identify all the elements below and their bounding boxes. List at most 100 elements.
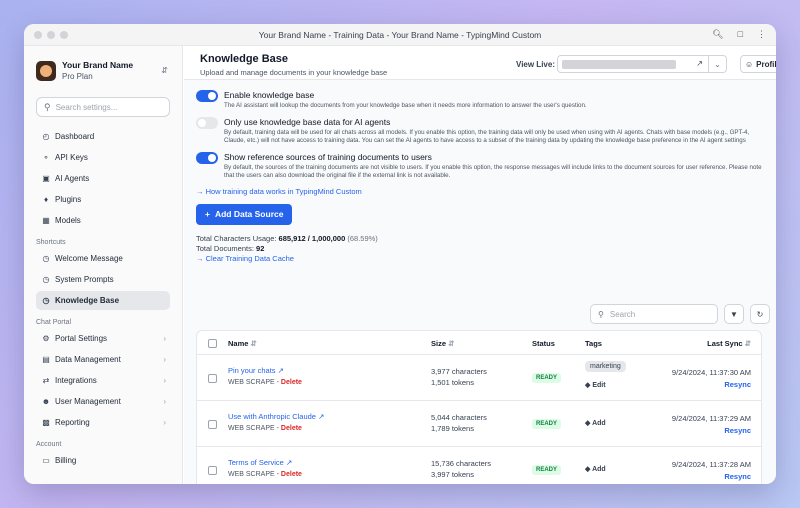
add-tag-button[interactable]: ◆ Add — [585, 419, 606, 427]
chevron-right-icon: › — [163, 355, 166, 364]
sidebar-item-system-prompts[interactable]: ◷ System Prompts — [36, 270, 170, 289]
resync-link[interactable]: Resync — [672, 471, 751, 483]
tag-icon: ◆ — [585, 420, 591, 427]
sidebar-item-portal-settings[interactable]: ⚙ Portal Settings › — [36, 329, 170, 348]
chevron-updown-icon: ⇵ — [161, 66, 168, 75]
close-window-button[interactable] — [34, 31, 42, 39]
add-data-source-button[interactable]: + Add Data Source — [196, 203, 293, 225]
row-checkbox[interactable] — [208, 466, 217, 475]
dashboard-icon: ◴ — [42, 132, 50, 141]
enable-kb-toggle[interactable] — [196, 90, 218, 102]
zoom-icon[interactable]: 🔍︎ — [712, 29, 723, 40]
agent-icon: ▣ — [42, 174, 50, 183]
document-link[interactable]: Pin your chats ↗ — [228, 366, 284, 375]
table-row: Terms of Service ↗ WEB SCRAPE - Delete 1… — [197, 447, 761, 484]
delete-link[interactable]: Delete — [281, 425, 302, 432]
view-live-label: View Live: — [516, 60, 555, 69]
sidebar-item-billing[interactable]: ▭ Billing — [36, 451, 170, 470]
settings-search-input[interactable]: ⚲ Search settings... — [36, 97, 170, 117]
brand-switcher[interactable]: Your Brand Name Pro Plan ⇵ — [24, 46, 182, 89]
section-label-account: Account — [36, 441, 62, 448]
row-checkbox[interactable] — [208, 420, 217, 429]
sidebar-item-ai-agents[interactable]: ▣ AI Agents — [36, 169, 170, 188]
header-last-sync-label: Last Sync — [707, 339, 743, 348]
chevron-right-icon: › — [163, 334, 166, 343]
sidebar-item-knowledge-base[interactable]: ◷ Knowledge Base — [36, 291, 170, 310]
sidebar-item-integrations[interactable]: ⇄ Integrations › — [36, 371, 170, 390]
sidebar-item-label: Welcome Message — [55, 254, 123, 263]
refresh-button[interactable]: ↻ — [750, 304, 770, 324]
profile-button[interactable]: ☺ Profile — [740, 55, 776, 73]
header-size[interactable]: Size ⇵ — [431, 339, 454, 348]
sidebar-item-dashboard[interactable]: ◴ Dashboard — [36, 127, 170, 146]
help-link[interactable]: → How training data works in TypingMind … — [196, 187, 764, 196]
status-badge: READY — [532, 465, 562, 475]
chevron-right-icon: › — [163, 376, 166, 385]
view-live-url-field[interactable]: ↗ — [557, 55, 709, 73]
sort-icon: ⇵ — [448, 339, 455, 348]
plus-icon: + — [205, 209, 210, 219]
document-meta: WEB SCRAPE - Delete — [228, 425, 302, 432]
sidebar-item-welcome-message[interactable]: ◷ Welcome Message — [36, 249, 170, 268]
sidebar-item-reporting[interactable]: ▩ Reporting › — [36, 413, 170, 432]
row-checkbox[interactable] — [208, 374, 217, 383]
document-tokens: 1,501 tokens — [431, 378, 474, 387]
cube-icon: ▦ — [42, 216, 50, 225]
edit-tags-button[interactable]: ◆ Edit — [585, 381, 606, 389]
chars-usage-percent: (68.59%) — [347, 233, 378, 243]
sidebar-item-label: Dashboard — [55, 132, 95, 141]
clear-cache-link[interactable]: → Clear Training Data Cache — [196, 254, 764, 264]
settings-content: Enable knowledge base The AI assistant w… — [196, 90, 764, 264]
document-meta: WEB SCRAPE - Delete — [228, 379, 302, 386]
sidebar-item-data-management[interactable]: ▤ Data Management › — [36, 350, 170, 369]
header-last-sync[interactable]: Last Sync ⇵ — [707, 339, 751, 348]
add-tag-button[interactable]: ◆ Add — [585, 465, 606, 473]
chars-usage-label: Total Characters Usage: — [196, 233, 277, 243]
more-icon[interactable]: ⋮ — [757, 29, 766, 40]
header-size-label: Size — [431, 339, 447, 348]
table-search-input[interactable]: ⚲ Search — [590, 304, 718, 324]
page-header: Knowledge Base Upload and manage documen… — [184, 46, 776, 80]
users-icon: ☻ — [41, 397, 51, 406]
only-agents-toggle[interactable] — [196, 116, 218, 129]
filter-button[interactable]: ▼ — [724, 304, 744, 324]
extension-icon[interactable]: □ — [738, 29, 743, 40]
app-window: Your Brand Name - Training Data - Your B… — [24, 24, 776, 484]
chevron-right-icon: › — [163, 397, 166, 406]
show-sources-toggle[interactable] — [196, 151, 218, 164]
select-all-checkbox[interactable] — [208, 339, 217, 348]
sidebar-item-plugins[interactable]: ♦ Plugins — [36, 190, 170, 209]
maximize-window-button[interactable] — [60, 31, 68, 39]
document-link[interactable]: Terms of Service ↗ — [228, 458, 292, 467]
resync-link[interactable]: Resync — [672, 379, 751, 391]
table-toolbar: ⚲ Search ▼ ↻ — [590, 304, 770, 324]
titlebar-tools: 🔍︎ □ ⋮ — [712, 29, 766, 40]
setting-description: By default, training data will be used f… — [224, 128, 750, 145]
sidebar-item-models[interactable]: ▦ Models — [36, 211, 170, 230]
profile-label: Profile — [756, 59, 776, 69]
chars-usage: Total Characters Usage: 685,912 / 1,000,… — [196, 234, 764, 244]
document-meta: WEB SCRAPE - Delete — [228, 471, 302, 478]
delete-link[interactable]: Delete — [281, 379, 302, 386]
chars-usage-value: 685,912 / 1,000,000 — [278, 233, 346, 243]
sidebar-item-label: Integrations — [55, 376, 97, 385]
resync-link[interactable]: Resync — [672, 425, 751, 437]
sync-time: 9/24/2024, 11:37:30 AM — [671, 368, 751, 377]
sidebar-item-api-keys[interactable]: ⚬ API Keys — [36, 148, 170, 167]
document-name: Pin your chats — [228, 366, 276, 375]
tag-icon: ◆ — [585, 382, 591, 389]
tag-action-label: Add — [592, 466, 606, 473]
sidebar-item-user-management[interactable]: ☻ User Management › — [36, 392, 170, 411]
minimize-window-button[interactable] — [47, 31, 55, 39]
external-link-icon[interactable]: ↗ — [696, 59, 703, 68]
status-badge: READY — [532, 373, 562, 383]
document-link[interactable]: Use with Anthropic Claude ↗ — [228, 412, 324, 421]
document-name: Terms of Service — [228, 458, 284, 467]
header-name[interactable]: Name ⇵ — [228, 339, 257, 348]
view-live-dropdown[interactable]: ⌄ — [709, 55, 727, 73]
delete-link[interactable]: Delete — [281, 471, 302, 478]
table-row: Pin your chats ↗ WEB SCRAPE - Delete 3,9… — [197, 355, 761, 401]
setting-title: Enable knowledge base — [224, 90, 315, 100]
integration-icon: ⇄ — [42, 376, 50, 385]
brand-name: Your Brand Name — [62, 60, 134, 70]
